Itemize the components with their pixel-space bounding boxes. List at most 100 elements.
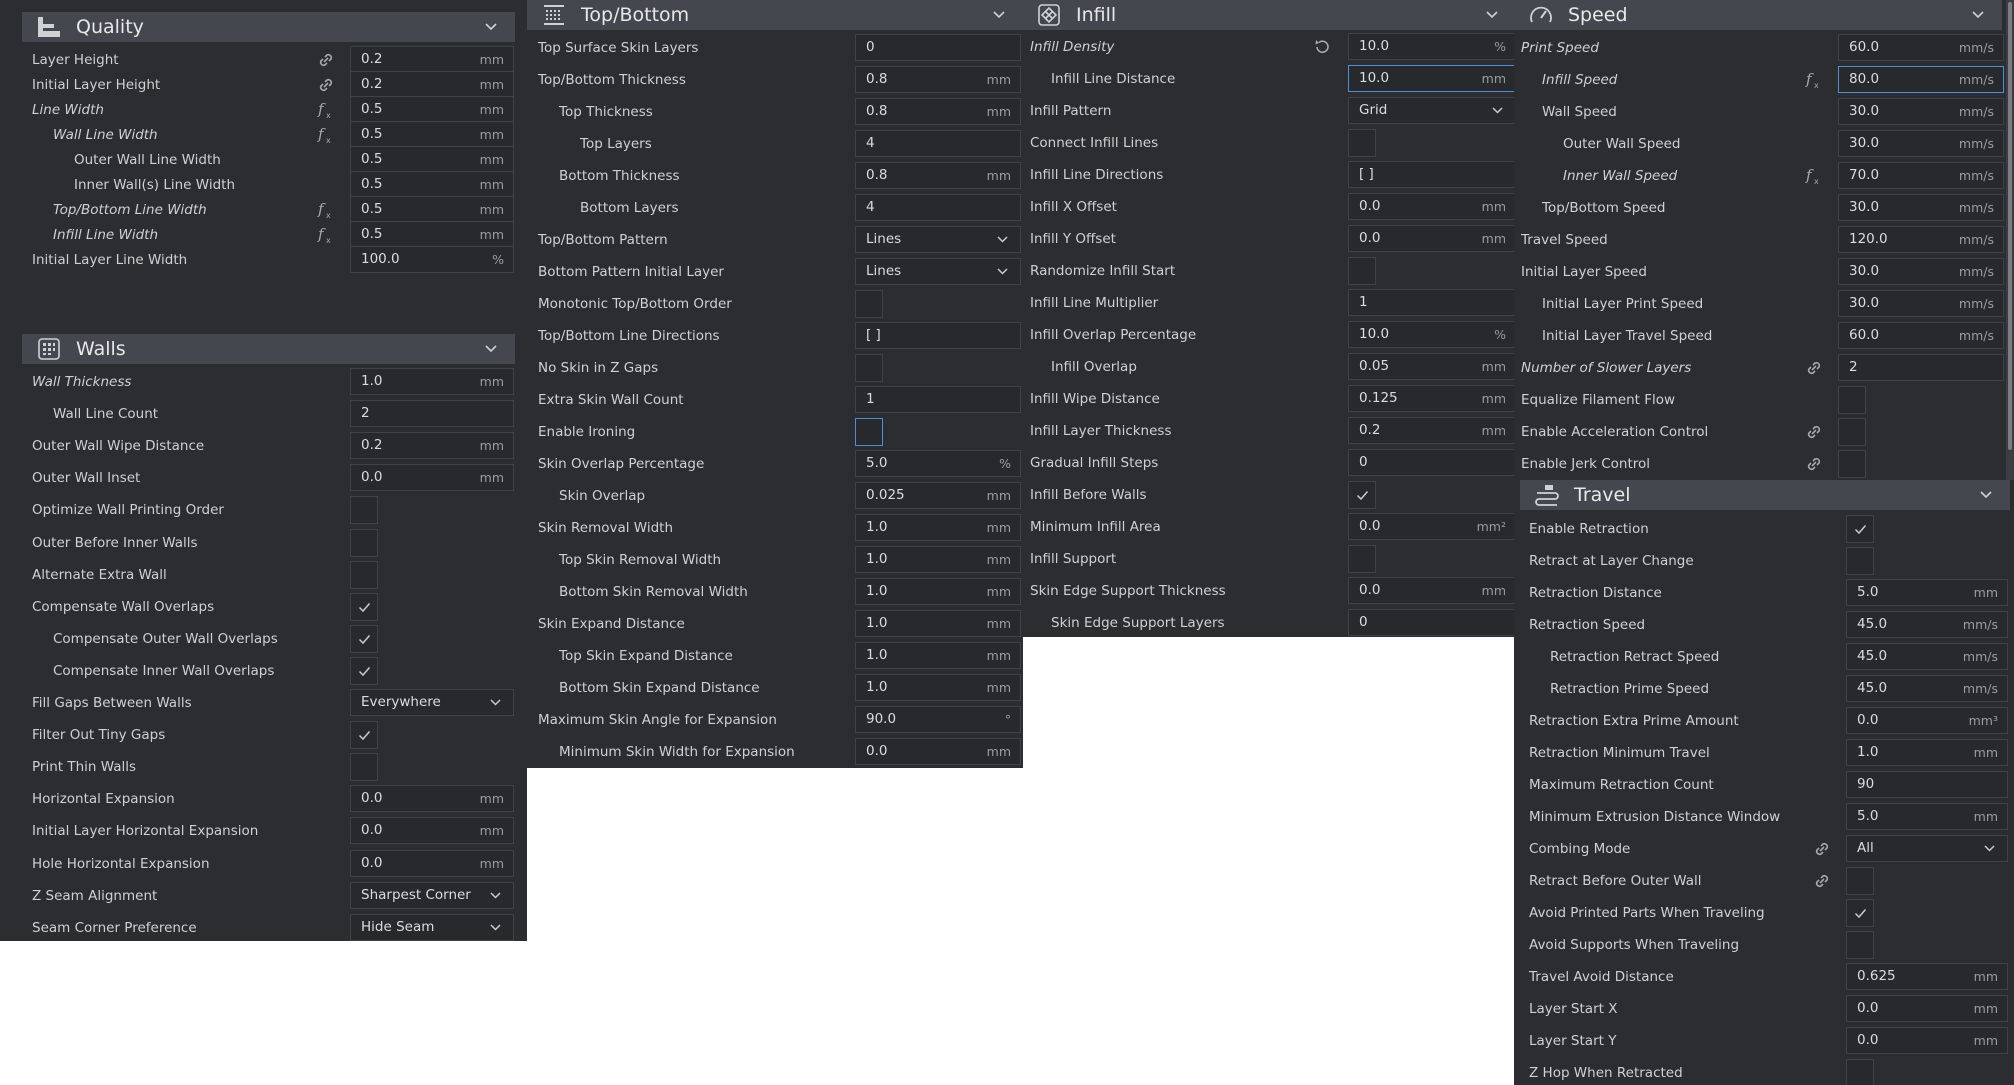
setting-input[interactable]: 0.0 mm: [1348, 577, 1516, 604]
setting-input[interactable]: 0.0 mm²: [1348, 513, 1516, 540]
section-header-top-bottom[interactable]: Top/Bottom: [527, 0, 1023, 30]
function-icon[interactable]: fx: [316, 100, 336, 120]
setting-checkbox[interactable]: [1348, 481, 1376, 509]
setting-select[interactable]: Lines: [855, 226, 1021, 253]
setting-input[interactable]: 0.0 mm: [1846, 1027, 2008, 1054]
setting-input[interactable]: 2: [1838, 354, 2004, 381]
setting-input[interactable]: 1: [855, 386, 1021, 413]
setting-input[interactable]: 30.0 mm/s: [1838, 194, 2004, 221]
setting-checkbox[interactable]: [1838, 418, 1866, 446]
section-header-quality[interactable]: Quality: [22, 12, 515, 42]
setting-input[interactable]: 90.0 °: [855, 706, 1021, 733]
setting-input[interactable]: 0.2 mm: [350, 432, 514, 460]
setting-checkbox[interactable]: [855, 354, 883, 382]
link-icon[interactable]: [1804, 454, 1824, 474]
setting-checkbox[interactable]: [1838, 386, 1866, 414]
setting-input[interactable]: 1.0 mm: [855, 642, 1021, 669]
setting-input[interactable]: 1.0 mm: [855, 546, 1021, 573]
setting-input[interactable]: 0.05 mm: [1348, 353, 1516, 380]
function-icon[interactable]: fx: [316, 200, 336, 220]
scrollbar[interactable]: [2006, 0, 2014, 480]
setting-input[interactable]: 120.0 mm/s: [1838, 226, 2004, 253]
setting-checkbox[interactable]: [1838, 450, 1866, 478]
setting-checkbox[interactable]: [1846, 515, 1874, 543]
setting-input[interactable]: 0.8 mm: [855, 162, 1021, 189]
link-icon[interactable]: [316, 75, 336, 95]
setting-select[interactable]: Hide Seam: [350, 913, 514, 941]
function-icon[interactable]: fx: [1804, 70, 1824, 90]
setting-checkbox[interactable]: [1846, 1059, 1874, 1085]
setting-checkbox[interactable]: [1348, 257, 1376, 285]
setting-checkbox[interactable]: [350, 624, 378, 653]
section-header-walls[interactable]: Walls: [22, 334, 515, 364]
setting-input[interactable]: 0.0 mm: [350, 849, 514, 877]
setting-input[interactable]: 30.0 mm/s: [1838, 258, 2004, 285]
setting-input[interactable]: 0.8 mm: [855, 98, 1021, 125]
setting-select[interactable]: Lines: [855, 258, 1021, 285]
chevron-down-icon[interactable]: [1484, 7, 1500, 23]
setting-input[interactable]: 0.0 mm: [350, 817, 514, 845]
setting-input[interactable]: 0.0 mm: [1348, 225, 1516, 252]
setting-checkbox[interactable]: [350, 528, 378, 557]
setting-input[interactable]: 0: [855, 34, 1021, 61]
function-icon[interactable]: fx: [316, 125, 336, 145]
setting-checkbox[interactable]: [350, 496, 378, 525]
setting-checkbox[interactable]: [1348, 545, 1376, 573]
setting-checkbox[interactable]: [1846, 931, 1874, 959]
setting-input[interactable]: 0.8 mm: [855, 66, 1021, 93]
setting-input[interactable]: 90: [1846, 771, 2008, 798]
link-icon[interactable]: [1804, 358, 1824, 378]
setting-input[interactable]: 1.0 mm: [855, 610, 1021, 637]
setting-input[interactable]: 45.0 mm/s: [1846, 675, 2008, 702]
setting-input[interactable]: 0.625 mm: [1846, 963, 2008, 990]
setting-input[interactable]: 100.0%: [350, 246, 514, 273]
setting-input[interactable]: 45.0 mm/s: [1846, 643, 2008, 670]
setting-input[interactable]: 1.0 mm: [855, 514, 1021, 541]
setting-input[interactable]: 4: [855, 194, 1021, 221]
link-icon[interactable]: [1804, 422, 1824, 442]
setting-input[interactable]: 30.0 mm/s: [1838, 290, 2004, 317]
setting-checkbox[interactable]: [1348, 129, 1376, 157]
setting-input[interactable]: 0.0 mm: [855, 738, 1021, 765]
setting-input[interactable]: 0.0 mm: [350, 785, 514, 813]
setting-input[interactable]: 10.0%: [1348, 321, 1516, 348]
setting-input[interactable]: 1.0 mm: [350, 368, 514, 395]
setting-input[interactable]: 0: [1348, 449, 1516, 476]
chevron-down-icon[interactable]: [991, 7, 1007, 23]
link-icon[interactable]: [1812, 839, 1832, 859]
function-icon[interactable]: fx: [1804, 166, 1824, 186]
setting-input[interactable]: 5.0 mm: [1846, 579, 2008, 606]
setting-checkbox[interactable]: [1846, 867, 1874, 895]
scrollbar-thumb[interactable]: [2008, 2, 2012, 450]
setting-checkbox[interactable]: [1846, 899, 1874, 927]
link-icon[interactable]: [1812, 871, 1832, 891]
setting-input[interactable]: 0.0 mm: [350, 464, 514, 492]
setting-input[interactable]: 70.0 mm/s: [1838, 162, 2004, 189]
chevron-down-icon[interactable]: [483, 19, 499, 35]
setting-input[interactable]: 80.0 mm/s: [1838, 66, 2004, 93]
setting-input[interactable]: 30.0 mm/s: [1838, 130, 2004, 157]
setting-input[interactable]: 2: [350, 400, 514, 428]
setting-input[interactable]: 1.0 mm: [1846, 739, 2008, 766]
setting-input[interactable]: 10.0%: [1348, 33, 1516, 60]
setting-input[interactable]: 0.125 mm: [1348, 385, 1516, 412]
setting-checkbox[interactable]: [855, 290, 883, 318]
setting-input[interactable]: 1.0 mm: [855, 578, 1021, 605]
reset-icon[interactable]: [1312, 37, 1332, 57]
setting-checkbox[interactable]: [350, 656, 378, 685]
section-header-travel[interactable]: Travel: [1520, 480, 2010, 510]
section-header-infill[interactable]: Infill: [1022, 0, 1516, 30]
function-icon[interactable]: fx: [316, 225, 336, 245]
setting-input[interactable]: 4: [855, 130, 1021, 157]
setting-input[interactable]: 10.0 mm: [1348, 65, 1516, 92]
setting-checkbox[interactable]: [350, 753, 378, 782]
setting-checkbox[interactable]: [1846, 547, 1874, 575]
setting-select[interactable]: Everywhere: [350, 689, 514, 716]
setting-input[interactable]: 5.0%: [855, 450, 1021, 477]
chevron-down-icon[interactable]: [1978, 487, 1994, 503]
setting-input[interactable]: 30.0 mm/s: [1838, 98, 2004, 125]
link-icon[interactable]: [316, 50, 336, 70]
setting-input[interactable]: 0.025 mm: [855, 482, 1021, 509]
setting-input[interactable]: 1: [1348, 289, 1516, 316]
setting-checkbox[interactable]: [350, 560, 378, 589]
